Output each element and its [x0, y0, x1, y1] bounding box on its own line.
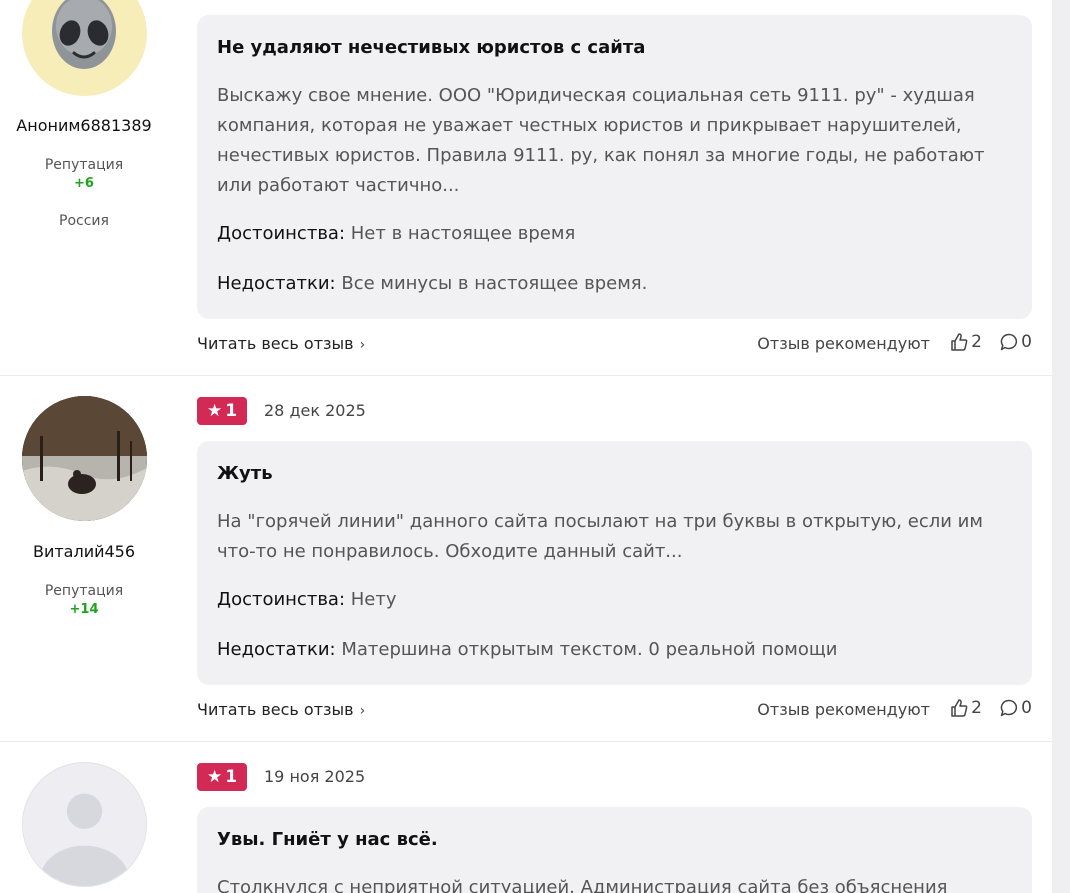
user-avatar[interactable]	[22, 396, 147, 521]
user-avatar[interactable]	[22, 0, 147, 96]
like-button[interactable]: 2	[949, 698, 982, 718]
comments-button[interactable]: 0	[999, 698, 1032, 718]
comments-count: 0	[1021, 698, 1032, 718]
rating-value: 1	[225, 767, 238, 787]
cons: Недостатки: Матершина открытым текстом. …	[217, 639, 837, 660]
pros-label: Достоинства:	[217, 223, 346, 244]
likes-count: 2	[971, 698, 982, 718]
pros-text: Нет в настоящее время	[350, 223, 576, 244]
comment-icon	[1000, 699, 1018, 717]
read-more-label: Читать весь отзыв	[197, 334, 354, 353]
review-card[interactable]: Увы. Гниёт у нас всё. Столкнулся с непри…	[197, 807, 1032, 893]
thumbs-up-icon	[951, 699, 968, 717]
chevron-right-icon: ›	[359, 337, 366, 353]
username[interactable]: Аноним6881389	[0, 116, 168, 135]
review-text: Столкнулся с неприятной ситуацией. Админ…	[217, 877, 948, 893]
recommend-label: Отзыв рекомендуют	[757, 334, 930, 353]
review-date: 28 дек 2025	[264, 401, 366, 420]
review-actions: Читать весь отзыв › Отзыв рекомендуют 2 0	[197, 698, 1032, 724]
user-country: Россия	[59, 213, 109, 229]
review-actions: Читать весь отзыв › Отзыв рекомендуют 2 0	[197, 332, 1032, 358]
page-side-gutter	[1052, 0, 1070, 893]
review-text: На "горячей линии" данного сайта посылаю…	[217, 511, 983, 562]
read-more-link[interactable]: Читать весь отзыв ›	[197, 700, 365, 719]
read-more-link[interactable]: Читать весь отзыв ›	[197, 334, 365, 353]
reputation-value: +6	[74, 176, 94, 191]
cons-text: Все минусы в настоящее время.	[341, 273, 648, 294]
review-item: Аноним6881389 Репутация +6 Россия Не уда…	[0, 0, 1052, 376]
star-icon: ★	[206, 766, 223, 787]
cons: Недостатки: Все минусы в настоящее время…	[217, 273, 647, 294]
cons-label: Недостатки:	[217, 639, 336, 660]
comment-icon	[1000, 333, 1018, 351]
pros-label: Достоинства:	[217, 589, 346, 610]
review-card[interactable]: Не удаляют нечестивых юристов с сайта Вы…	[197, 15, 1032, 319]
chevron-right-icon: ›	[359, 703, 366, 719]
review-title[interactable]: Жуть	[217, 463, 273, 484]
default-user-icon	[40, 793, 129, 886]
cons-label: Недостатки:	[217, 273, 336, 294]
review-text: Выскажу свое мнение. ООО "Юридическая со…	[217, 85, 985, 196]
star-icon: ★	[206, 400, 223, 421]
comments-button[interactable]: 0	[999, 332, 1032, 352]
reputation-label: Репутация	[44, 157, 124, 173]
cons-text: Матершина открытым текстом. 0 реальной п…	[341, 639, 838, 660]
review-title[interactable]: Не удаляют нечестивых юристов с сайта	[217, 37, 645, 58]
pros: Достоинства: Нет в настоящее время	[217, 223, 575, 244]
recommend-label: Отзыв рекомендуют	[757, 700, 930, 719]
thumbs-up-icon	[951, 333, 968, 351]
review-card[interactable]: Жуть На "горячей линии" данного сайта по…	[197, 441, 1032, 685]
user-avatar[interactable]	[22, 762, 147, 887]
read-more-label: Читать весь отзыв	[197, 700, 354, 719]
reputation-value: +14	[69, 602, 99, 617]
comments-count: 0	[1021, 332, 1032, 352]
photo-icon	[22, 396, 147, 521]
pros-text: Нету	[350, 589, 397, 610]
review-title[interactable]: Увы. Гниёт у нас всё.	[217, 829, 438, 850]
rating-badge: ★ 1	[197, 397, 247, 425]
rating-badge: ★ 1	[197, 763, 247, 791]
like-button[interactable]: 2	[949, 332, 982, 352]
rating-value: 1	[225, 401, 238, 421]
alien-icon	[52, 0, 116, 69]
review-item: Виталий456 Репутация +14 ★ 1 28 дек 2025…	[0, 376, 1052, 742]
review-item: ★ 1 19 ноя 2025 Увы. Гниёт у нас всё. Ст…	[0, 742, 1052, 893]
reviews-list: Аноним6881389 Репутация +6 Россия Не уда…	[0, 0, 1052, 893]
review-date: 19 ноя 2025	[264, 767, 366, 786]
username[interactable]: Виталий456	[0, 542, 168, 561]
reputation-label: Репутация	[44, 583, 124, 599]
pros: Достоинства: Нету	[217, 589, 397, 610]
likes-count: 2	[971, 332, 982, 352]
